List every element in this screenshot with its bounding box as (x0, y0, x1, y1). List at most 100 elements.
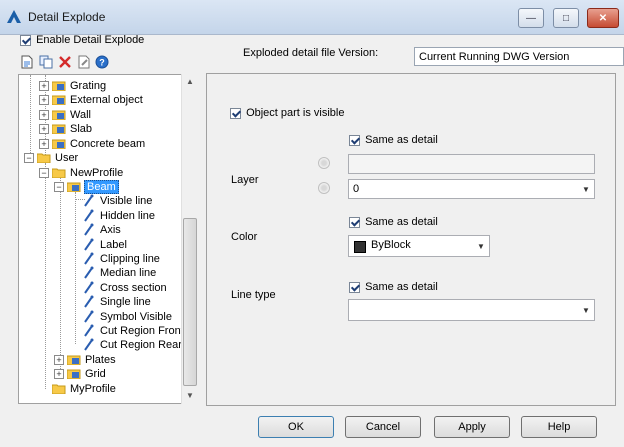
help-icon[interactable]: ? (95, 55, 109, 69)
line-style-icon (84, 252, 94, 265)
profile-group-icon (52, 95, 66, 105)
expand-icon[interactable]: + (39, 95, 49, 105)
tree-item-slab[interactable]: + Slab (39, 122, 92, 136)
layer-same-check[interactable] (349, 134, 360, 146)
expand-icon[interactable]: + (54, 355, 64, 365)
chevron-down-icon[interactable]: ▼ (473, 236, 489, 256)
tree-item-newprofile[interactable]: − NewProfile (39, 166, 123, 180)
object-part-visible-checkbox[interactable]: Object part is visible (230, 107, 345, 119)
expand-icon[interactable]: + (54, 369, 64, 379)
folder-open-icon (52, 168, 66, 178)
layer-combo-radio[interactable] (318, 182, 330, 194)
line-style-icon (84, 295, 94, 308)
rename-icon[interactable] (77, 55, 91, 69)
object-part-visible-check[interactable] (230, 107, 241, 119)
help-button[interactable]: Help (521, 416, 597, 438)
profile-group-icon (52, 139, 66, 149)
tree-item-single-line[interactable]: Single line (83, 295, 151, 309)
collapse-icon[interactable]: − (39, 168, 49, 178)
apply-button[interactable]: Apply (434, 416, 510, 438)
profile-group-icon (52, 124, 66, 134)
profile-group-icon (52, 81, 66, 91)
window-title: Detail Explode (28, 10, 106, 24)
tree-item-hidden-line[interactable]: Hidden line (83, 209, 155, 223)
enable-detail-explode-label: Enable Detail Explode (36, 34, 145, 46)
expand-icon[interactable]: + (39, 139, 49, 149)
tree-item-clipping-line[interactable]: Clipping line (83, 252, 160, 266)
linetype-dropdown[interactable]: ▼ (348, 299, 595, 321)
layer-text-field[interactable] (348, 154, 595, 174)
new-icon[interactable] (20, 55, 34, 69)
line-style-icon (84, 310, 94, 323)
color-value: ByBlock (371, 239, 411, 251)
expand-icon[interactable]: + (39, 110, 49, 120)
object-part-visible-label: Object part is visible (246, 107, 345, 119)
tree-item-cut-region-front[interactable]: Cut Region Front (83, 324, 184, 338)
collapse-icon[interactable]: − (54, 182, 64, 192)
line-style-icon (84, 281, 94, 294)
linetype-same-check[interactable] (349, 281, 360, 293)
tree-item-external-object[interactable]: + External object (39, 93, 143, 107)
tree-item-grid[interactable]: + Grid (54, 367, 106, 381)
profile-group-icon (67, 369, 81, 379)
version-label: Exploded detail file Version: (243, 47, 379, 59)
scroll-thumb[interactable] (183, 218, 197, 386)
tree-item-label[interactable]: Label (83, 238, 127, 252)
profile-tree[interactable]: + Grating + External object + Wall + Sla… (18, 74, 200, 404)
color-label: Color (231, 231, 258, 243)
scroll-up-icon[interactable]: ▲ (183, 75, 197, 89)
tree-item-visible-line[interactable]: Visible line (83, 194, 152, 208)
close-button[interactable]: ✕ (587, 8, 619, 28)
line-style-icon (84, 266, 94, 279)
enable-detail-explode-checkbox[interactable]: Enable Detail Explode (20, 34, 144, 46)
line-style-icon (84, 194, 94, 207)
expand-icon[interactable]: + (39, 124, 49, 134)
layer-value: 0 (353, 183, 360, 195)
minimize-button[interactable]: — (518, 8, 544, 28)
tree-item-cut-region-rear[interactable]: Cut Region Rear (83, 338, 182, 352)
tree-item-concrete-beam[interactable]: + Concrete beam (39, 137, 145, 151)
tree-item-myprofile[interactable]: MyProfile (52, 382, 116, 396)
color-same-label: Same as detail (365, 216, 438, 228)
linetype-same-label: Same as detail (365, 281, 438, 293)
layer-text-radio[interactable] (318, 157, 330, 169)
delete-icon[interactable] (58, 55, 72, 69)
collapse-icon[interactable]: − (24, 153, 34, 163)
tree-item-axis[interactable]: Axis (83, 223, 121, 237)
tree-item-symbol-visible[interactable]: Symbol Visible (83, 310, 172, 324)
version-dropdown[interactable]: Current Running DWG Version (414, 47, 624, 66)
linetype-same-as-detail-checkbox[interactable]: Same as detail (349, 281, 438, 293)
svg-text:?: ? (99, 58, 105, 68)
expand-icon[interactable]: + (39, 81, 49, 91)
color-same-check[interactable] (349, 216, 360, 228)
ok-button[interactable]: OK (258, 416, 334, 438)
line-type-label: Line type (231, 289, 276, 301)
maximize-button[interactable]: □ (553, 8, 579, 28)
scroll-down-icon[interactable]: ▼ (183, 389, 197, 403)
line-style-icon (84, 223, 94, 236)
app-logo-icon (7, 10, 21, 23)
line-style-icon (84, 338, 94, 351)
layer-same-as-detail-checkbox[interactable]: Same as detail (349, 134, 438, 146)
color-same-as-detail-checkbox[interactable]: Same as detail (349, 216, 438, 228)
cancel-button[interactable]: Cancel (345, 416, 421, 438)
enable-detail-explode-check[interactable] (20, 34, 31, 46)
minimize-icon: — (526, 12, 536, 24)
chevron-down-icon[interactable]: ▼ (578, 180, 594, 198)
color-dropdown[interactable]: ByBlock ▼ (348, 235, 490, 257)
tree-item-plates[interactable]: + Plates (54, 353, 116, 367)
chevron-down-icon[interactable]: ▼ (578, 300, 594, 320)
tree-item-cross-section[interactable]: Cross section (83, 281, 167, 295)
close-icon: ✕ (598, 12, 608, 24)
layer-dropdown[interactable]: 0 ▼ (348, 179, 595, 199)
tree-item-grating[interactable]: + Grating (39, 79, 106, 93)
copy-icon[interactable] (39, 55, 53, 69)
tree-item-wall[interactable]: + Wall (39, 108, 91, 122)
tree-item-median-line[interactable]: Median line (83, 266, 156, 280)
tree-item-user[interactable]: − User (24, 151, 78, 165)
profile-group-icon (52, 110, 66, 120)
color-swatch (354, 241, 366, 253)
tree-item-beam[interactable]: − Beam (54, 180, 119, 194)
version-value: Current Running DWG Version (419, 51, 570, 63)
profile-group-icon (67, 182, 81, 192)
